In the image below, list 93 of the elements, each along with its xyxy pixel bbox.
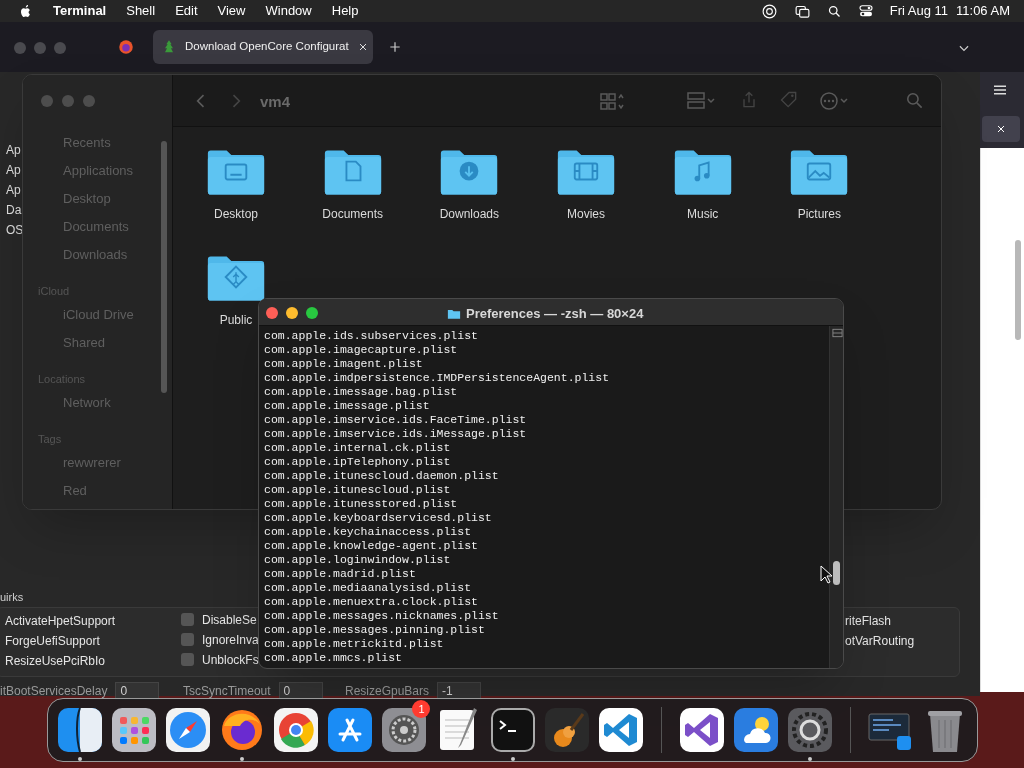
terminal-icon[interactable] [488,706,537,754]
terminal-line: com.apple.imagent.plist [264,357,424,371]
window-control[interactable] [306,307,318,319]
window-control[interactable] [266,307,278,319]
browser-tab[interactable]: Download OpenCore Configurat [153,30,373,64]
scrollbar-thumb[interactable] [833,561,840,585]
gear-icon[interactable] [785,706,834,754]
folder-label[interactable]: Desktop [214,205,258,223]
folder-label[interactable]: Pictures [797,205,841,223]
plus-icon[interactable] [388,40,402,54]
terminal-line: com.apple.keyboardservicesd.plist [264,511,493,525]
terminal-line: com.apple.itunescloud.daemon.plist [264,469,500,483]
scrollbar[interactable] [829,326,843,668]
split-icon[interactable] [832,328,843,338]
terminal-line: com.apple.imessage.bag.plist [264,385,459,399]
folder-label[interactable]: Music [687,205,719,223]
terminal-line: com.apple.knowledge-agent.plist [264,539,479,553]
more-icon[interactable] [819,90,849,112]
menu-item[interactable]: Edit [175,1,198,21]
sidebar-label[interactable]: Da [6,201,22,219]
terminal-line: com.apple.loginwindow.plist [264,553,452,567]
terminal-line: com.apple.menuextra.clock.plist [264,595,479,609]
search-icon[interactable] [826,3,842,19]
terminal-line: com.apple.ipTelephony.plist [264,455,452,469]
globe-icon[interactable] [117,38,135,56]
terminal-line: com.apple.keychainaccess.plist [264,525,473,539]
window-control[interactable] [286,307,298,319]
terminal-line: com.apple.imservice.ids.iMessage.plist [264,427,528,441]
scrollbar-thumb[interactable] [1015,240,1021,340]
toggles-icon[interactable] [857,3,874,19]
menu-item[interactable]: Help [331,1,359,21]
menu-item[interactable]: Window [265,1,312,21]
checkbox-label: UnblockFs [202,653,259,666]
quirk-label: ResizeUsePciRbIo [5,653,106,670]
terminal-line: com.apple.messages.pinning.plist [264,623,486,637]
field-label: ResizeGpuBars [345,683,430,700]
menu-item[interactable]: Terminal [53,1,107,21]
terminal-line: com.apple.mediaanalysisd.plist [264,581,473,595]
terminal-line: com.apple.internal.ck.plist [264,441,452,455]
menu-item[interactable]: View [217,1,246,21]
window-title: Preferences — -zsh — 80×24 [466,305,644,323]
grid-icon[interactable] [110,706,159,754]
terminal-line: com.apple.messages.nicknames.plist [264,609,500,623]
menu-bar-time[interactable]: 11:06 AM [956,1,1010,21]
checkbox-label: DisableSe [202,613,257,626]
checkbox[interactable] [181,613,194,626]
checkbox-label: IgnoreInva [202,633,259,646]
window-title: vm4 [260,92,291,112]
terminal-line: com.apple.madrid.plist [264,567,417,581]
sidebar-label[interactable]: Ap [6,161,21,179]
scrollbar-thumb[interactable] [161,141,167,393]
letter-a-shape-icon[interactable] [326,706,375,754]
notification-badge: 1 [412,700,431,718]
folder-label[interactable]: Movies [566,205,605,223]
ring-icon[interactable] [272,706,321,754]
gear-icon[interactable] [380,706,429,754]
terminal-line: com.apple.itunesstored.plist [264,497,459,511]
checkbox[interactable] [181,633,194,646]
sidebar-label[interactable]: Ap [6,181,21,199]
terminal-line: com.apple.metrickitd.plist [264,637,445,651]
checkbox[interactable] [181,653,194,666]
field-label: TscSyncTimeout [183,683,271,700]
guitar-icon[interactable] [542,706,591,754]
quirk-label: ForgeUefiSupport [5,633,100,650]
terminal-line: com.apple.ids.subservices.plist [264,329,479,343]
folder-label[interactable]: Documents [322,205,383,223]
ribbon-icon[interactable] [596,706,645,754]
cloud-sun-icon[interactable] [731,706,780,754]
terminal-line: com.apple.itunescloud.plist [264,483,452,497]
terminal-line: com.apple.imdpersistence.IMDPersistenceAgent.plist [264,371,611,385]
sidebar-label[interactable]: OS [6,221,24,239]
split-square-icon[interactable] [56,706,105,754]
quirk-label: ActivateHpetSupport [5,613,116,630]
close-icon [995,123,1007,135]
menu-bar-date[interactable]: Fri Aug 11 [889,1,949,21]
aperture-icon[interactable] [760,2,778,20]
quirk-label: otVarRouting [845,633,915,650]
pointer-icon [819,565,833,585]
tab-title: Download OpenCore Configurat [185,39,349,55]
field-label: itBootServicesDelay [0,683,108,700]
terminal-line: com.apple.mmcs.plist [264,651,404,665]
sidebar-label[interactable]: Ap [6,141,21,159]
terminal-line: com.apple.imagecapture.plist [264,343,459,357]
compass-icon[interactable] [164,706,213,754]
quirk-label: riteFlash [845,613,891,630]
menu-item[interactable]: Shell [126,1,156,21]
terminal-line: com.apple.imservice.ids.FaceTime.plist [264,413,528,427]
folder-icon [447,307,461,321]
terminal-line: com.apple.imessage.plist [264,399,431,413]
folder-label[interactable]: Public [219,311,253,329]
folder-label[interactable]: Downloads [439,205,499,223]
ribbon-icon[interactable] [677,706,726,754]
section-title: uirks [0,590,24,605]
